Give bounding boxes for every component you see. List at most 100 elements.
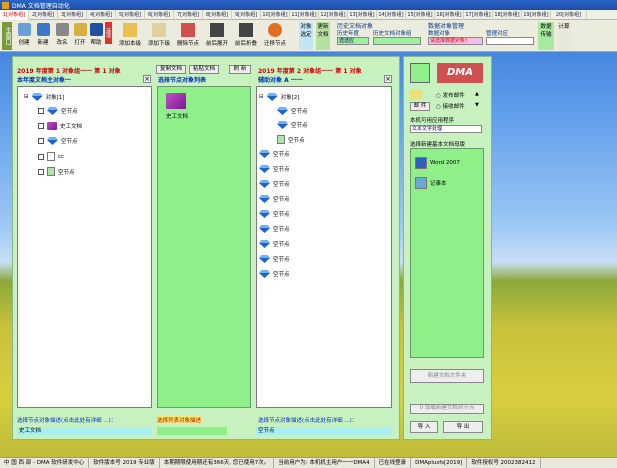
data-object-label: 数据对象 [428,31,451,37]
tab-object-group[interactable]: 17[对象组] [464,10,493,20]
tab-object-group[interactable]: 12[对象组] [319,10,348,20]
add-node-button[interactable]: 0 加载新建文档到节点 [410,404,484,414]
tab-object-group[interactable]: 16[对象组] [435,10,464,20]
manage-label: 管理对应 [486,31,509,37]
scroll-up-icon[interactable]: ▲ [475,91,479,97]
checkbox[interactable] [38,123,44,129]
manage-select[interactable] [486,37,534,45]
app-label: 本机可用应用程序 [410,118,455,124]
expand-icon: ⊟ [259,94,264,100]
tree-node[interactable]: 空节点 [259,165,290,173]
tab-object-group[interactable]: 9[对象组] [232,10,261,20]
tab-object-group[interactable]: 19[对象组] [522,10,551,20]
tree-node[interactable]: ⊟ 对象[1] [24,93,64,101]
checkbox[interactable] [38,168,44,175]
main-window-label: 主窗口 [2,22,12,50]
tab-object-group[interactable]: 18[对象组] [493,10,522,20]
tree-node[interactable]: 空节点 [259,150,290,158]
tree-node[interactable]: 空节点 [259,195,290,203]
panel1-close-icon[interactable]: × [143,75,151,83]
tree-node[interactable]: 空节点 [38,107,78,115]
tree-node[interactable]: 空节点 [259,240,290,248]
tab-object-group[interactable]: 7[对象组] [174,10,203,20]
mail-button[interactable]: 邮 件 [410,102,430,111]
data-transfer-button[interactable]: 数据传输 [538,22,554,50]
options-button[interactable]: 选项 [105,22,112,44]
expand-button[interactable]: 前后展开 [203,22,231,50]
tab-object-group[interactable]: 3[对象组] [58,10,87,20]
gem-icon [47,137,58,145]
tree-node[interactable]: 空节点 [38,167,75,176]
app-select[interactable]: 文本文字处理 [410,125,482,133]
tree-node[interactable]: 空节点 [259,270,290,278]
checkbox[interactable] [38,138,44,144]
delete-node-button[interactable]: 删除节点 [174,22,202,50]
tab-object-group[interactable]: 1[对象组] [0,10,29,20]
object-select-button[interactable]: 对象选定 [299,22,313,50]
tab-object-group[interactable]: 15[对象组] [406,10,435,20]
word-icon [415,157,427,169]
gem-icon [277,107,288,115]
dma-logo: DMA [437,63,483,83]
tab-object-group[interactable]: 5[对象组] [116,10,145,20]
tab-object-group[interactable]: 8[对象组] [203,10,232,20]
create-button[interactable]: 创建 [14,22,34,50]
tree-node[interactable]: 空节点 [259,255,290,263]
list-item[interactable]: 史工文档 [166,93,188,120]
tab-object-group[interactable]: 20[对象组] [551,10,587,20]
scroll-down-icon[interactable]: ▼ [475,102,479,108]
panel3-close-icon[interactable]: × [384,75,392,83]
history-doc-select[interactable] [373,37,421,45]
desc2-field[interactable] [157,427,227,435]
tree-node[interactable]: 空节点 [259,210,290,218]
tree-node[interactable]: ⊟ 对象[2] [259,93,299,101]
paste-document-button[interactable]: 粘贴文档 [189,65,219,74]
add-sibling-button[interactable]: 添加本级 [116,22,144,50]
desc3-field[interactable]: 空节点 [256,427,392,435]
add-child-button[interactable]: 添加下级 [145,22,173,50]
tree-node[interactable]: 史工文档 [38,122,82,130]
tree-node[interactable]: 空节点 [38,137,78,145]
copy-document-button[interactable]: 复制文档 [156,65,186,74]
tab-object-group[interactable]: 11[对象组] [290,10,319,20]
tree-node[interactable]: 空节点 [259,225,290,233]
collapse-button[interactable]: 前后折叠 [232,22,260,50]
new-folder-button[interactable]: 新建文档文件夹 [410,369,484,383]
checkbox[interactable] [38,153,44,160]
status-field: 本期期限使用期还有366天, 您已使用7次。 [160,458,275,468]
notepad-icon [415,177,427,189]
template-item-word[interactable]: Word 2007 [415,157,460,169]
new-button[interactable]: 新建 [33,22,53,50]
import-button[interactable]: 导 入 [410,421,438,433]
tree-node[interactable]: 空节点 [277,135,305,144]
tab-object-group[interactable]: 4[对象组] [87,10,116,20]
send-mail-radio[interactable]: ○ 发布邮件 [436,91,465,99]
desc1-field[interactable]: 史工文档 [17,427,152,435]
calc-button[interactable]: 计算 [557,22,571,50]
tab-object-group[interactable]: 2[对象组] [29,10,58,20]
data-object-select[interactable]: 请选择数据对象！ [428,37,483,45]
history-year-label: 历史年度 [337,31,360,37]
receive-mail-radio[interactable]: ○ 接收邮件 [436,102,465,110]
tree-node[interactable]: 空节点 [277,121,308,129]
migrate-node-button[interactable]: 迁移节点 [261,22,289,50]
rename-button[interactable]: 改名 [52,22,72,50]
tab-object-group[interactable]: 6[对象组] [145,10,174,20]
tab-object-group[interactable]: 14[对象组] [377,10,406,20]
refresh-icon [268,23,282,37]
export-button[interactable]: 导 出 [443,421,483,433]
template-item-notepad[interactable]: 记事本 [415,177,447,189]
refresh-button[interactable]: 刷 新 [229,65,251,74]
tab-object-group[interactable]: 13[对象组] [348,10,377,20]
status-field: 软件授权号 2002382412 [467,458,541,468]
help-button[interactable]: 帮助 [86,22,106,50]
tree-node[interactable]: cc [38,152,64,161]
tab-object-group[interactable]: 10[对象组] [261,10,290,20]
update-document-button[interactable]: 更新文档 [316,22,330,50]
tree-node[interactable]: 空节点 [259,180,290,188]
tree-node[interactable]: 空节点 [277,107,308,115]
history-year-select[interactable]: 选选应 [337,37,369,45]
desc1-label: 选择节点对象描述(点击此处有详细 ...)： [17,418,117,424]
checkbox[interactable] [38,108,44,114]
gem-icon [259,240,270,248]
